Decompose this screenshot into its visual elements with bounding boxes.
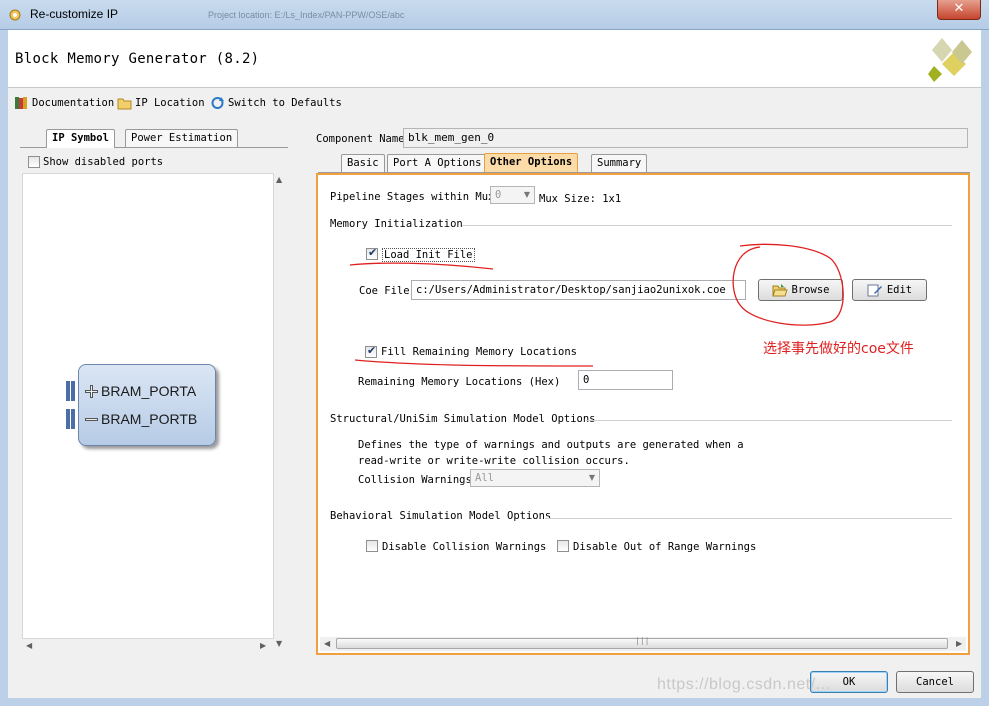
tab-ip-symbol[interactable]: IP Symbol bbox=[46, 129, 115, 148]
fill-remaining-checkbox[interactable] bbox=[365, 344, 377, 358]
page-title: Block Memory Generator (8.2) bbox=[15, 51, 260, 67]
ok-label: OK bbox=[842, 676, 856, 688]
annotation-note: 选择事先做好的coe文件 bbox=[763, 341, 914, 357]
disable-collision-checkbox[interactable] bbox=[366, 540, 378, 552]
edit-pencil-icon bbox=[867, 284, 882, 297]
memory-initialization-heading: Memory Initialization bbox=[330, 218, 463, 230]
xilinx-logo-icon bbox=[928, 38, 972, 82]
scroll-left-icon[interactable]: ◀ bbox=[324, 639, 330, 648]
switch-defaults-button[interactable]: Switch to Defaults bbox=[210, 95, 342, 111]
section-divider bbox=[462, 225, 952, 226]
mux-size-text: Mux Size: 1x1 bbox=[539, 193, 622, 205]
tab-summary[interactable]: Summary bbox=[591, 154, 648, 172]
switch-defaults-label: Switch to Defaults bbox=[228, 97, 342, 109]
browse-button[interactable]: Browse bbox=[758, 279, 843, 301]
port-label-b: BRAM_PORTB bbox=[101, 411, 198, 427]
disable-range-checkbox[interactable] bbox=[557, 540, 569, 552]
behavioral-sim-heading: Behavioral Simulation Model Options bbox=[330, 510, 552, 522]
coe-file-label: Coe File bbox=[359, 285, 410, 297]
scroll-right-icon[interactable]: ▶ bbox=[260, 641, 266, 650]
coe-file-input[interactable]: c:/Users/Administrator/Desktop/sanjiao2u… bbox=[411, 280, 746, 300]
cancel-button[interactable]: Cancel bbox=[896, 671, 974, 693]
disable-collision-label: Disable Collision Warnings bbox=[382, 541, 547, 553]
documentation-button[interactable]: Documentation bbox=[14, 95, 114, 111]
tab-other-options[interactable]: Other Options bbox=[484, 153, 579, 172]
scrollbar-thumb[interactable]: ||| bbox=[336, 636, 948, 649]
collision-warnings-label: Collision Warnings bbox=[358, 474, 472, 486]
watermark: https://blog.csdn.net/... bbox=[657, 676, 831, 693]
ip-location-label: IP Location bbox=[135, 97, 205, 109]
grip-icon: ||| bbox=[635, 636, 650, 645]
refresh-icon bbox=[211, 97, 224, 109]
pipeline-stages-label: Pipeline Stages within Mux bbox=[330, 191, 495, 203]
port-label-a: BRAM_PORTA bbox=[101, 383, 197, 399]
left-horizontal-scrollbar[interactable]: ◀ ▶ bbox=[22, 639, 274, 652]
background-window-text: Project location: E:/Ls_Index/PAN-PPW/OS… bbox=[208, 10, 405, 20]
ip-gear-icon bbox=[9, 9, 21, 21]
scroll-down-icon[interactable]: ▼ bbox=[276, 639, 282, 648]
cancel-label: Cancel bbox=[916, 676, 954, 688]
edit-label: Edit bbox=[886, 284, 913, 296]
bram-symbol-block[interactable] bbox=[78, 364, 216, 446]
port-b-bar bbox=[66, 409, 70, 429]
port-a-bar bbox=[66, 381, 70, 401]
tab-power-estimation[interactable]: Power Estimation bbox=[125, 129, 239, 147]
component-name-input[interactable]: blk_mem_gen_0 bbox=[403, 128, 968, 148]
collapse-minus-icon[interactable] bbox=[84, 412, 99, 427]
edit-button[interactable]: Edit bbox=[852, 279, 927, 301]
disable-range-label: Disable Out of Range Warnings bbox=[573, 541, 757, 553]
section-divider bbox=[545, 518, 952, 519]
books-icon bbox=[15, 97, 27, 109]
pipeline-stages-select[interactable]: 0 ▼ bbox=[490, 186, 535, 204]
options-horizontal-scrollbar[interactable]: ◀ ||| ▶ bbox=[320, 636, 966, 651]
structural-desc-line-1: Defines the type of warnings and outputs… bbox=[358, 439, 744, 451]
remaining-locations-input[interactable]: 0 bbox=[578, 370, 673, 390]
component-name-label: Component Name bbox=[316, 133, 405, 145]
open-folder-icon bbox=[771, 284, 788, 297]
structural-desc-line-2: read-write or write-write collision occu… bbox=[358, 455, 630, 467]
tab-port-a-options[interactable]: Port A Options bbox=[387, 154, 488, 172]
section-divider bbox=[586, 420, 952, 421]
scroll-left-icon[interactable]: ◀ bbox=[26, 641, 32, 650]
left-vertical-scrollbar[interactable]: ▲ ▼ bbox=[274, 173, 286, 653]
tab-basic[interactable]: Basic bbox=[341, 154, 385, 172]
port-b-bar-2 bbox=[71, 409, 75, 429]
chevron-down-icon: ▼ bbox=[588, 473, 595, 482]
load-init-file-checkbox[interactable] bbox=[366, 246, 378, 260]
chevron-down-icon: ▼ bbox=[523, 190, 530, 199]
load-init-file-label: Load Init File bbox=[382, 248, 475, 262]
ip-location-button[interactable]: IP Location bbox=[117, 95, 205, 111]
folder-icon bbox=[117, 98, 132, 110]
scroll-up-icon[interactable]: ▲ bbox=[276, 175, 282, 184]
expand-plus-icon[interactable] bbox=[84, 384, 99, 399]
title-bar[interactable]: Re-customize IP Project location: E:/Ls_… bbox=[0, 0, 989, 30]
close-button[interactable]: ✕ bbox=[937, 0, 981, 20]
port-a-bar-2 bbox=[71, 381, 75, 401]
collision-warnings-select[interactable]: All ▼ bbox=[470, 469, 600, 487]
browse-label: Browse bbox=[791, 284, 830, 296]
show-disabled-ports-checkbox[interactable] bbox=[28, 156, 40, 168]
collision-warnings-value: All bbox=[475, 472, 494, 484]
pipeline-stages-value: 0 bbox=[495, 189, 502, 201]
window-title: Re-customize IP bbox=[30, 7, 119, 21]
documentation-label: Documentation bbox=[32, 97, 115, 109]
structural-sim-heading: Structural/UniSim Simulation Model Optio… bbox=[330, 413, 596, 425]
show-disabled-ports-label: Show disabled ports bbox=[43, 156, 164, 168]
scroll-right-icon[interactable]: ▶ bbox=[956, 639, 962, 648]
remaining-locations-label: Remaining Memory Locations (Hex) bbox=[358, 376, 561, 388]
fill-remaining-label: Fill Remaining Memory Locations bbox=[381, 346, 577, 358]
